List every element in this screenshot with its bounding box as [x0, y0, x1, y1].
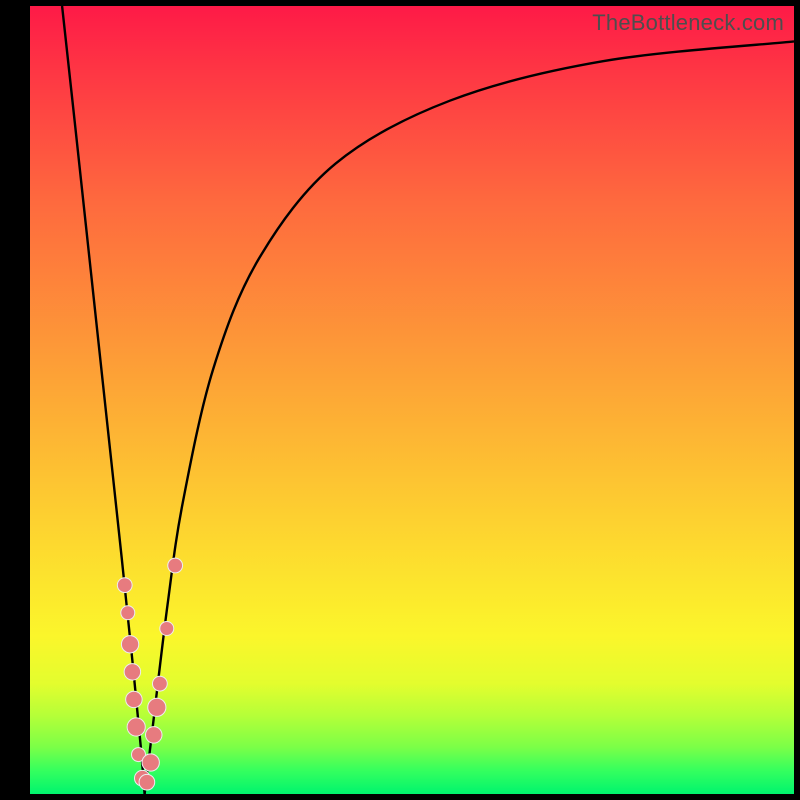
curve-right-branch	[145, 41, 794, 794]
marker-point	[142, 754, 159, 771]
chart-frame: TheBottleneck.com	[0, 0, 800, 800]
marker-group	[117, 558, 182, 790]
marker-point	[121, 636, 138, 653]
marker-point	[124, 664, 140, 680]
marker-point	[152, 676, 167, 691]
marker-point	[168, 558, 183, 573]
marker-point	[139, 774, 155, 790]
chart-svg	[30, 6, 794, 794]
marker-point	[117, 578, 132, 593]
watermark-text: TheBottleneck.com	[592, 10, 784, 36]
marker-point	[127, 718, 145, 736]
marker-point	[146, 727, 162, 743]
marker-point	[121, 606, 135, 620]
plot-area: TheBottleneck.com	[30, 6, 794, 794]
marker-point	[148, 698, 166, 716]
marker-point	[160, 622, 174, 636]
marker-point	[126, 691, 142, 707]
